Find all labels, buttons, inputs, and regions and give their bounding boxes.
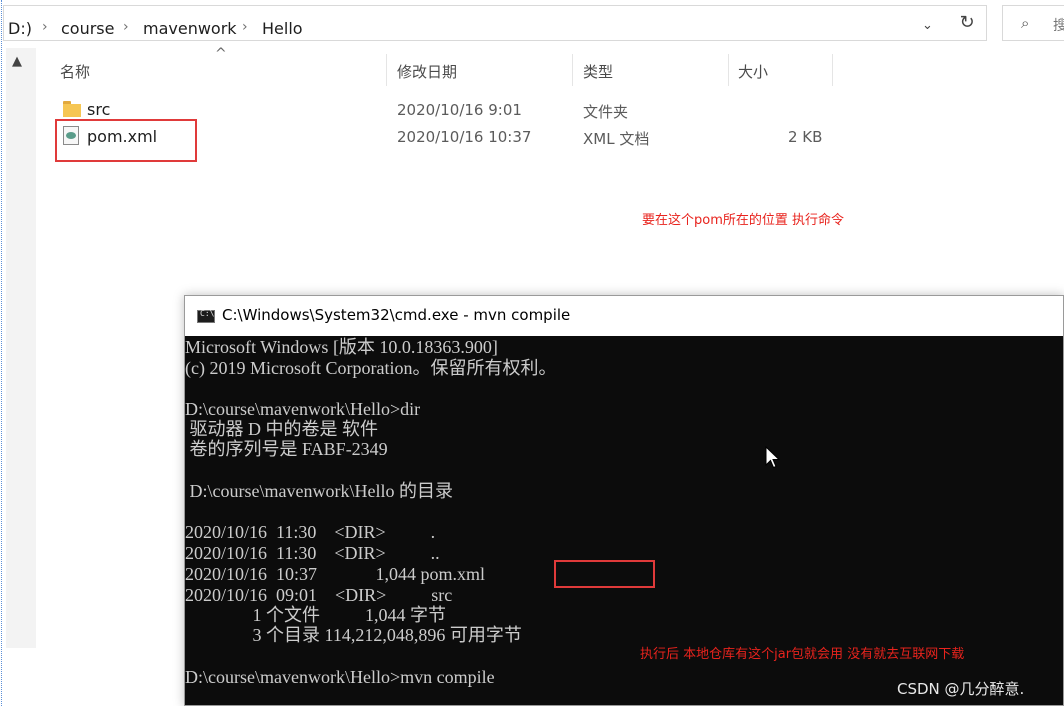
breadcrumb-mavenwork[interactable]: mavenwork [143, 19, 237, 38]
refresh-icon: ↻ [959, 12, 975, 33]
console-line: D:\course\mavenwork\Hello 的目录 [185, 481, 453, 501]
chevron-right-icon: › [242, 19, 248, 35]
console-line: 驱动器 D 中的卷是 软件 [185, 419, 379, 439]
navigation-pane [6, 48, 36, 648]
console-line: Microsoft Windows [版本 10.0.18363.900] [185, 337, 498, 357]
console-line: D:\course\mavenwork\Hello>mvn compile [185, 667, 495, 687]
search-icon: ⌕ [1021, 14, 1030, 32]
column-divider[interactable] [572, 54, 573, 86]
csdn-watermark: CSDN @几分醉意. [897, 680, 1025, 698]
file-date: 2020/10/16 9:01 [397, 101, 522, 119]
chevron-down-icon[interactable]: ⌄ [922, 18, 933, 33]
explorer-address-row: D:) › course › mavenwork › Hello ⌄ ↻ ⌕ 搜 [0, 0, 1064, 46]
file-date: 2020/10/16 10:37 [397, 128, 532, 146]
file-name: src [87, 100, 111, 119]
refresh-button[interactable]: ↻ [950, 8, 984, 38]
file-type: 文件夹 [583, 103, 629, 121]
chevron-right-icon: › [42, 19, 48, 35]
column-divider[interactable] [386, 54, 387, 86]
sort-ascending-icon: ^ [215, 46, 227, 62]
breadcrumb-drive[interactable]: D:) [8, 19, 32, 38]
dotted-guide-line [1, 0, 2, 706]
column-divider[interactable] [832, 54, 833, 86]
column-header-type[interactable]: 类型 [583, 61, 613, 82]
console-line: (c) 2019 Microsoft Corporation。保留所有权利。 [185, 358, 557, 378]
console-line: 2020/10/16 10:37 1,044 pom.xml [185, 564, 486, 584]
cmd-titlebar[interactable]: C:\ C:\Windows\System32\cmd.exe - mvn co… [185, 296, 1063, 336]
pom-highlight-box [55, 119, 197, 162]
column-header-size[interactable]: 大小 [738, 61, 768, 82]
cmd-window-title: C:\Windows\System32\cmd.exe - mvn compil… [222, 306, 571, 324]
download-note: 执行后 本地仓库有这个jar包就会用 没有就去互联网下载 [640, 647, 965, 662]
column-header-name[interactable]: 名称 [60, 61, 90, 82]
console-line: 1 个文件 1,044 字节 [185, 605, 447, 625]
console-line: 2020/10/16 11:30 <DIR> . [185, 522, 436, 542]
search-input[interactable]: ⌕ 搜 [1002, 5, 1064, 41]
console-line: 2020/10/16 11:30 <DIR> .. [185, 543, 440, 563]
scroll-up-icon[interactable]: ▲ [12, 54, 22, 69]
console-line: 卷的序列号是 FABF-2349 [185, 439, 388, 459]
chevron-right-icon: › [123, 19, 129, 35]
breadcrumb-hello[interactable]: Hello [262, 19, 303, 38]
pom-location-note: 要在这个pom所在的位置 执行命令 [642, 213, 845, 228]
address-bar[interactable]: D:) › course › mavenwork › Hello ⌄ [3, 5, 987, 41]
console-line: 2020/10/16 09:01 <DIR> src [185, 585, 453, 605]
search-placeholder: 搜 [1053, 18, 1064, 34]
breadcrumb-course[interactable]: course [61, 19, 114, 38]
file-size: 2 KB [788, 128, 823, 146]
console-line: 3 个目录 114,212,048,896 可用字节 [185, 625, 522, 645]
column-divider[interactable] [728, 54, 729, 86]
file-type: XML 文档 [583, 130, 650, 148]
pom-console-highlight-box [554, 560, 655, 588]
column-header-date[interactable]: 修改日期 [397, 61, 457, 82]
mouse-cursor-icon [765, 446, 781, 469]
console-line: D:\course\mavenwork\Hello>dir [185, 399, 421, 419]
cmd-app-icon: C:\ [197, 309, 215, 323]
folder-icon [63, 101, 81, 117]
